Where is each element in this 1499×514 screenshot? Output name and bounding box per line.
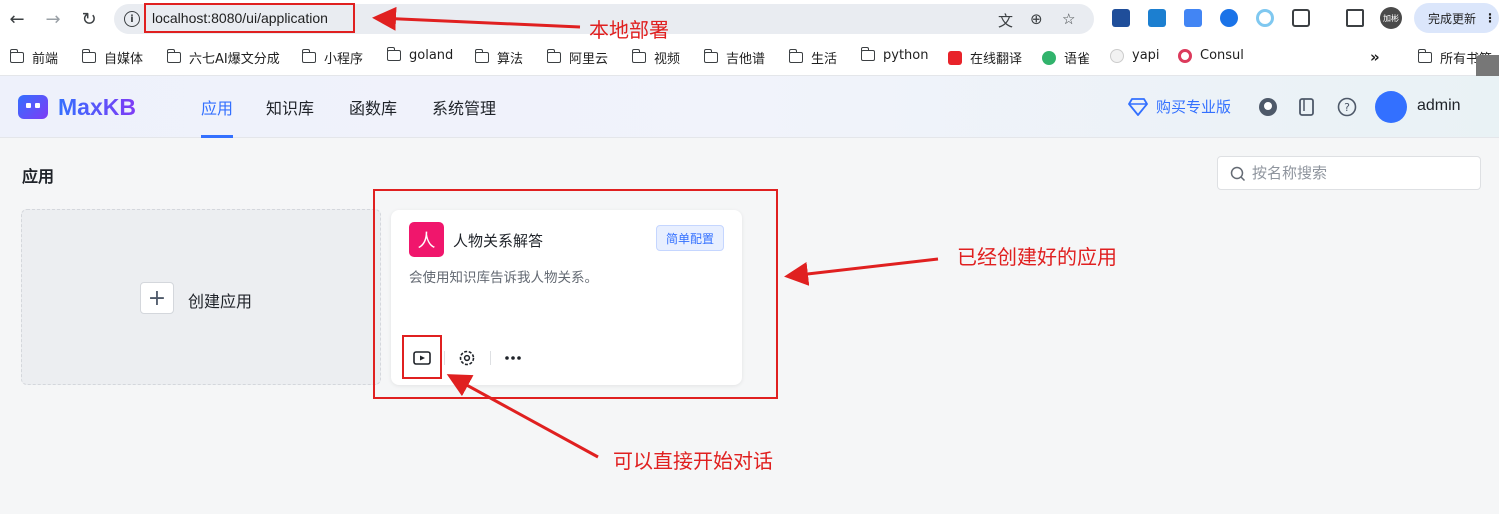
page-title: 应用 <box>22 167 55 186</box>
help-icon[interactable]: ? <box>1337 97 1357 117</box>
nav-knowledge[interactable]: 知识库 <box>266 76 314 138</box>
folder-icon <box>631 49 646 63</box>
bookmarks-overflow-icon[interactable]: » <box>1370 48 1380 66</box>
arrow-to-app <box>784 257 939 286</box>
annotation-local-deploy: 本地部署 <box>589 18 669 42</box>
side-panel-icon[interactable] <box>1346 9 1364 27</box>
pdf-extension-icon[interactable] <box>1112 9 1130 27</box>
folder-icon <box>703 49 718 63</box>
bookmark-folder[interactable]: 前端 <box>9 48 58 67</box>
folder-icon <box>9 49 24 63</box>
back-icon[interactable]: ← <box>6 8 28 30</box>
reload-icon[interactable]: ↻ <box>78 8 100 30</box>
youdao-icon <box>948 50 962 65</box>
google-translate-icon[interactable] <box>1184 9 1202 27</box>
chat-button-highlight-box <box>402 335 442 379</box>
circle-extension-icon[interactable] <box>1220 9 1238 27</box>
bookmark-link[interactable]: Consul <box>1178 48 1244 63</box>
zoom-icon[interactable]: ⊕ <box>1030 10 1043 28</box>
create-app-card[interactable]: + 创建应用 <box>21 209 381 385</box>
github-icon[interactable] <box>1258 97 1278 117</box>
yuque-icon <box>1042 50 1056 65</box>
create-app-label: 创建应用 <box>188 292 253 311</box>
folder-icon <box>81 49 96 63</box>
bookmark-folder[interactable]: 视频 <box>631 48 680 67</box>
url-highlight-box <box>144 3 355 33</box>
buy-pro-link[interactable]: 购买专业版 <box>1128 96 1231 117</box>
site-info-icon[interactable]: i <box>124 11 140 27</box>
nav-application[interactable]: 应用 <box>201 76 234 138</box>
folder-icon <box>1417 49 1432 63</box>
menu-kebab-icon[interactable]: ⋮ <box>1484 11 1496 25</box>
yapi-icon <box>1110 48 1124 63</box>
bookmark-folder[interactable]: 自媒体 <box>81 48 143 67</box>
bookmark-folder[interactable]: 小程序 <box>301 48 363 67</box>
update-button[interactable]: 完成更新 ⋮ <box>1414 3 1499 33</box>
annotation-start-chat: 可以直接开始对话 <box>613 449 773 473</box>
maxkb-logo-icon <box>18 95 48 119</box>
search-field[interactable] <box>1217 156 1481 190</box>
diamond-icon <box>1128 97 1148 116</box>
folder-icon <box>386 47 401 61</box>
extensions-puzzle-icon[interactable] <box>1292 9 1310 27</box>
folder-icon <box>788 49 803 63</box>
translate-icon[interactable]: 文 <box>998 10 1013 31</box>
svg-text:?: ? <box>1344 101 1350 114</box>
update-button-label: 完成更新 <box>1428 11 1477 26</box>
forward-icon[interactable]: → <box>42 8 64 30</box>
bookmark-folder[interactable]: 生活 <box>788 48 837 67</box>
folder-icon <box>860 47 875 61</box>
folder-icon <box>166 49 181 63</box>
bookmark-folder[interactable]: 吉他谱 <box>703 48 765 67</box>
nav-system-admin[interactable]: 系统管理 <box>432 76 496 138</box>
bookmark-folder[interactable]: 阿里云 <box>546 48 608 67</box>
user-avatar[interactable] <box>1375 91 1407 123</box>
bookmark-link[interactable]: 语雀 <box>1042 48 1090 67</box>
bookmark-folder[interactable]: 算法 <box>474 48 523 67</box>
ring-extension-icon[interactable] <box>1256 9 1274 27</box>
user-name[interactable]: admin <box>1417 97 1461 115</box>
app-logo[interactable]: MaxKB <box>58 94 136 121</box>
bookmark-star-icon[interactable]: ☆ <box>1062 10 1075 28</box>
folder-icon <box>546 49 561 63</box>
bookmark-folder[interactable]: 六七AI爆文分成 <box>166 48 280 67</box>
annotation-created-app: 已经创建好的应用 <box>957 245 1117 269</box>
search-icon <box>1230 166 1246 182</box>
plus-icon: + <box>140 282 174 314</box>
bookmark-folder[interactable]: goland <box>386 47 453 63</box>
profile-avatar[interactable]: 加彬 <box>1380 7 1402 29</box>
consul-icon <box>1178 48 1192 63</box>
book-icon[interactable] <box>1297 97 1317 117</box>
bookmarks-bar: 前端 自媒体 六七AI爆文分成 小程序 goland 算法 阿里云 视频 吉他谱… <box>0 38 1499 76</box>
nav-function-lib[interactable]: 函数库 <box>349 76 397 138</box>
bookmark-folder[interactable]: python <box>860 47 928 63</box>
buy-pro-label: 购买专业版 <box>1156 98 1232 116</box>
bookmark-link[interactable]: 在线翻译 <box>948 48 1022 67</box>
bookmark-link[interactable]: yapi <box>1110 48 1160 63</box>
folder-icon <box>301 49 316 63</box>
folder-icon <box>474 49 489 63</box>
s-extension-icon[interactable] <box>1148 9 1166 27</box>
search-input[interactable] <box>1252 157 1472 189</box>
app-header: MaxKB 应用 知识库 函数库 系统管理 购买专业版 ? admin <box>0 76 1499 138</box>
